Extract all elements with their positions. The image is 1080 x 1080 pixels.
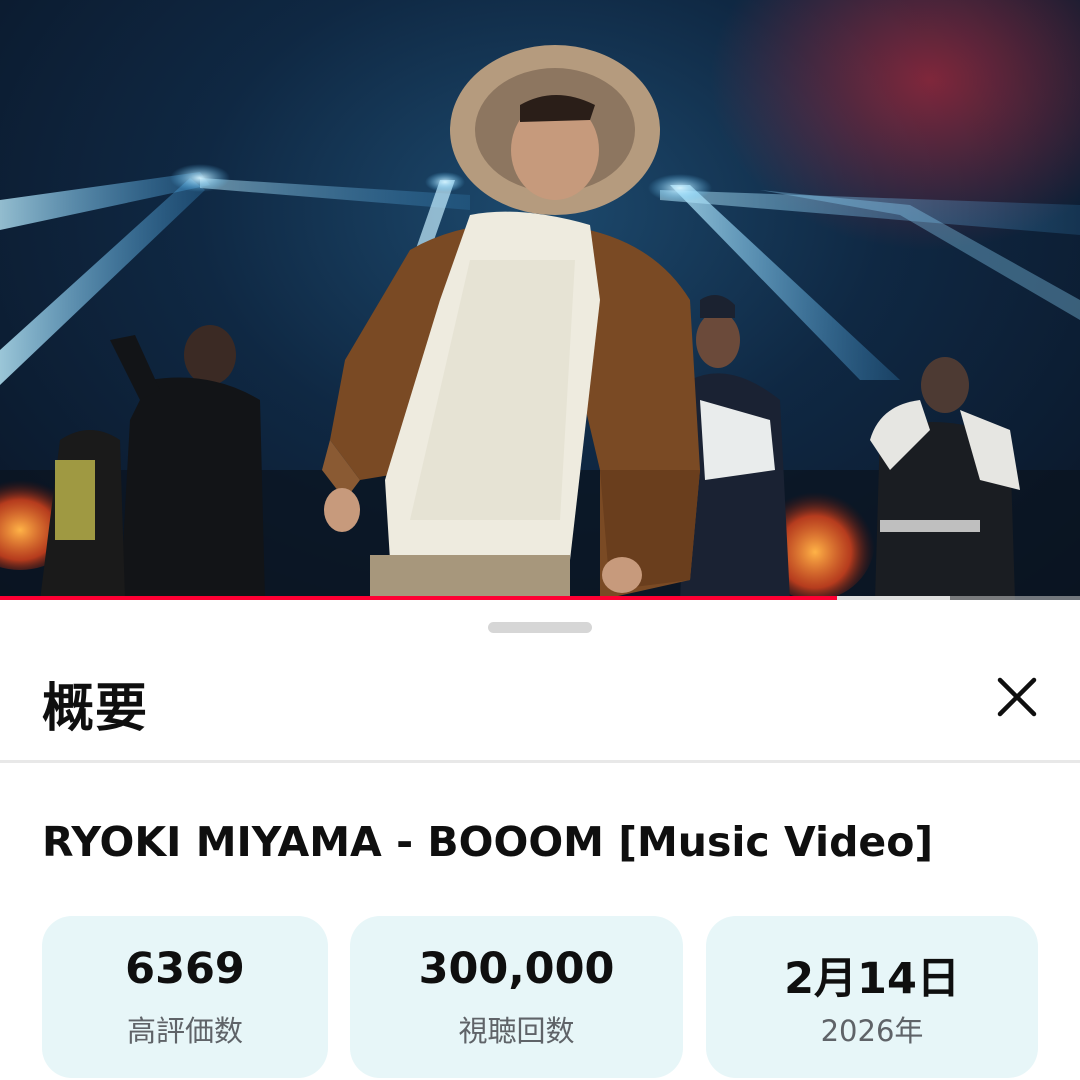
likes-label: 高評価数 xyxy=(126,1014,243,1048)
views-label: 視聴回数 xyxy=(458,1014,575,1048)
views-stat: 300,000 視聴回数 xyxy=(350,916,683,1078)
close-icon xyxy=(997,677,1037,717)
description-sheet: 概要 RYOKI MIYAMA - BOOOM [Music Video] 63… xyxy=(0,600,1080,1080)
likes-stat: 6369 高評価数 xyxy=(42,916,328,1078)
publish-date: 2月14日 xyxy=(784,954,960,1004)
likes-count: 6369 xyxy=(125,944,245,994)
drag-handle[interactable] xyxy=(488,622,592,633)
divider xyxy=(0,760,1080,763)
views-count: 300,000 xyxy=(418,944,615,994)
sheet-title: 概要 xyxy=(42,679,149,739)
date-stat: 2月14日 2026年 xyxy=(706,916,1038,1078)
close-button[interactable] xyxy=(986,666,1048,728)
video-title: RYOKI MIYAMA - BOOOM [Music Video] xyxy=(42,818,934,866)
publish-year: 2026年 xyxy=(820,1014,924,1048)
video-player[interactable] xyxy=(0,0,1080,600)
video-frame xyxy=(0,0,1080,600)
